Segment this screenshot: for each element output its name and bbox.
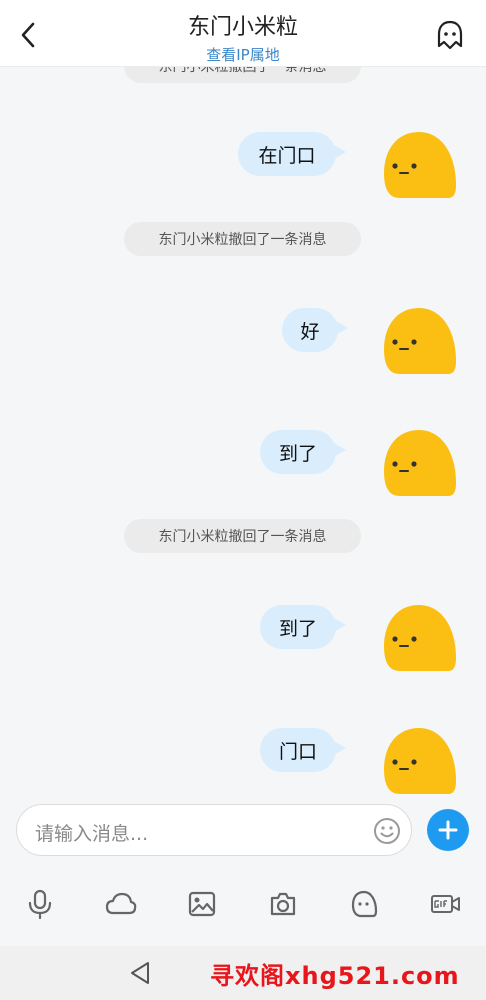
gif-icon [431,895,460,913]
message-bubble[interactable]: 门口 [260,728,346,772]
triangle-back-icon[interactable] [128,960,152,986]
ghost-profile-icon [437,20,463,50]
view-ip-location-link[interactable]: 查看IP属地 [0,44,486,65]
gif-button[interactable] [430,888,462,920]
image-icon [188,891,216,917]
message-input[interactable]: 请输入消息... [16,804,412,856]
system-navbar: 寻欢阁xhg521.com [0,946,486,1000]
user-avatar[interactable] [380,725,458,797]
plus-icon [438,820,458,840]
user-avatar[interactable] [380,602,458,674]
system-message: 东门小米粒撤回了一条消息 [124,222,361,256]
system-message: 东门小米粒撤回了一条消息 [124,519,361,553]
voice-button[interactable] [24,888,56,920]
user-avatar[interactable] [380,427,458,499]
sticker-button[interactable] [348,888,380,920]
chat-title: 东门小米粒 [187,15,298,40]
user-avatar[interactable] [380,129,458,201]
user-avatar[interactable] [380,305,458,377]
cloud-button[interactable] [105,888,137,920]
system-message: 东门小米粒撤回了一条消息 [124,67,361,83]
chat-header: 东门小米粒 查看IP属地 [0,0,486,67]
smiley-icon[interactable] [373,817,401,845]
message-bubble[interactable]: 到了 [260,605,346,649]
composer: 请输入消息... [0,800,486,946]
microphone-icon [28,889,52,919]
image-button[interactable] [186,888,218,920]
message-bubble[interactable]: 好 [282,308,348,352]
watermark-text: 寻欢阁xhg521.com [210,962,460,990]
message-bubble[interactable]: 到了 [260,430,346,474]
message-input-placeholder: 请输入消息... [35,823,149,845]
ghost-icon [351,890,378,918]
camera-button[interactable] [267,888,299,920]
profile-button[interactable] [434,20,466,52]
camera-icon [270,892,296,916]
plus-button[interactable] [427,809,469,851]
cloud-icon [105,892,137,915]
message-bubble[interactable]: 在门口 [238,132,346,176]
message-list[interactable]: 东门小米粒撤回了一条消息 在门口 东门小米粒撤回了一条消息 好 到了 东门小米粒… [0,67,486,800]
